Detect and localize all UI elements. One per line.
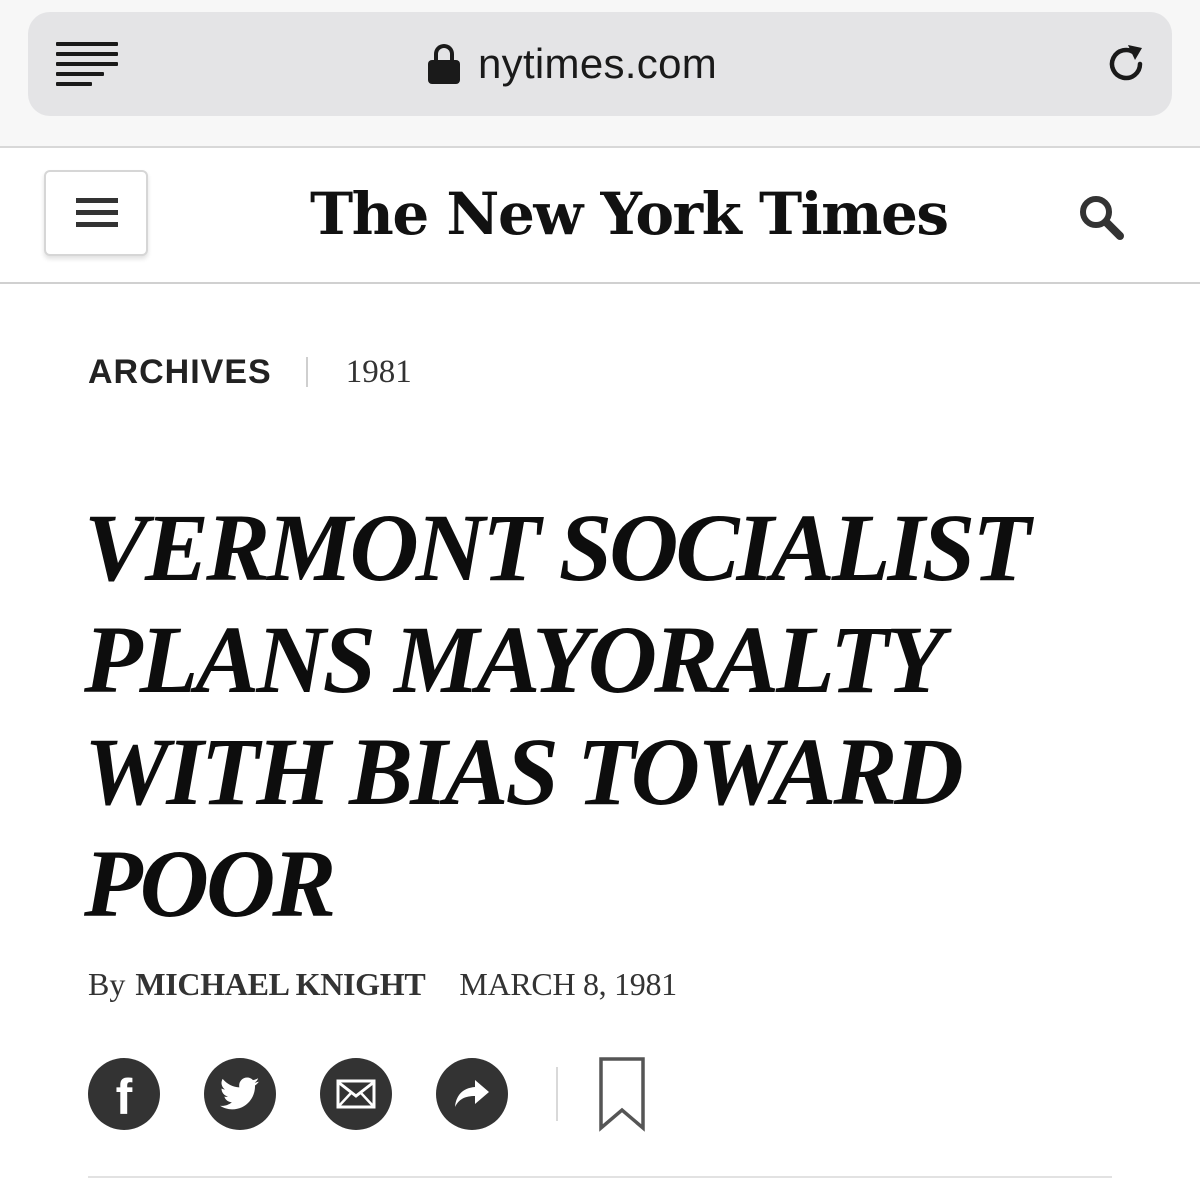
byline: By MICHAEL KNIGHT MARCH 8, 1981 — [88, 962, 677, 1006]
lock-icon — [428, 44, 460, 84]
facebook-icon: f — [115, 1069, 133, 1125]
menu-button[interactable] — [44, 170, 148, 256]
bookmark-icon[interactable] — [598, 1056, 646, 1132]
search-icon[interactable] — [1076, 192, 1126, 242]
section-label[interactable]: ARCHIVES — [88, 353, 272, 392]
byline-prefix: By — [88, 965, 126, 1002]
share-divider — [556, 1067, 558, 1121]
publish-date: MARCH 8, 1981 — [459, 965, 677, 1002]
article-headline: VERMONT SOCIALIST PLANS MAYORALTY WITH B… — [84, 494, 1031, 937]
share-toolbar: f — [88, 1056, 646, 1132]
twitter-share-button[interactable] — [204, 1058, 276, 1130]
email-share-button[interactable] — [320, 1058, 392, 1130]
reload-icon[interactable] — [1102, 40, 1150, 88]
url-text: nytimes.com — [478, 40, 718, 87]
url-display[interactable]: nytimes.com — [428, 38, 717, 90]
year-label: 1981 — [345, 353, 412, 390]
share-arrow-icon — [455, 1080, 489, 1107]
masthead-logo[interactable]: The New York Times — [310, 178, 949, 250]
author-name[interactable]: MICHAEL KNIGHT — [135, 966, 425, 1003]
twitter-icon — [220, 1077, 260, 1110]
email-icon — [336, 1079, 376, 1109]
browser-chrome: nytimes.com — [0, 0, 1200, 146]
site-header: The New York Times — [0, 146, 1200, 284]
kicker-divider — [305, 357, 308, 387]
facebook-share-button[interactable]: f — [88, 1058, 160, 1130]
address-bar[interactable]: nytimes.com — [28, 12, 1172, 116]
reader-mode-icon[interactable] — [56, 42, 118, 86]
more-share-button[interactable] — [436, 1058, 508, 1130]
section-divider — [88, 1176, 1112, 1178]
article-kicker: ARCHIVES 1981 — [88, 350, 412, 394]
